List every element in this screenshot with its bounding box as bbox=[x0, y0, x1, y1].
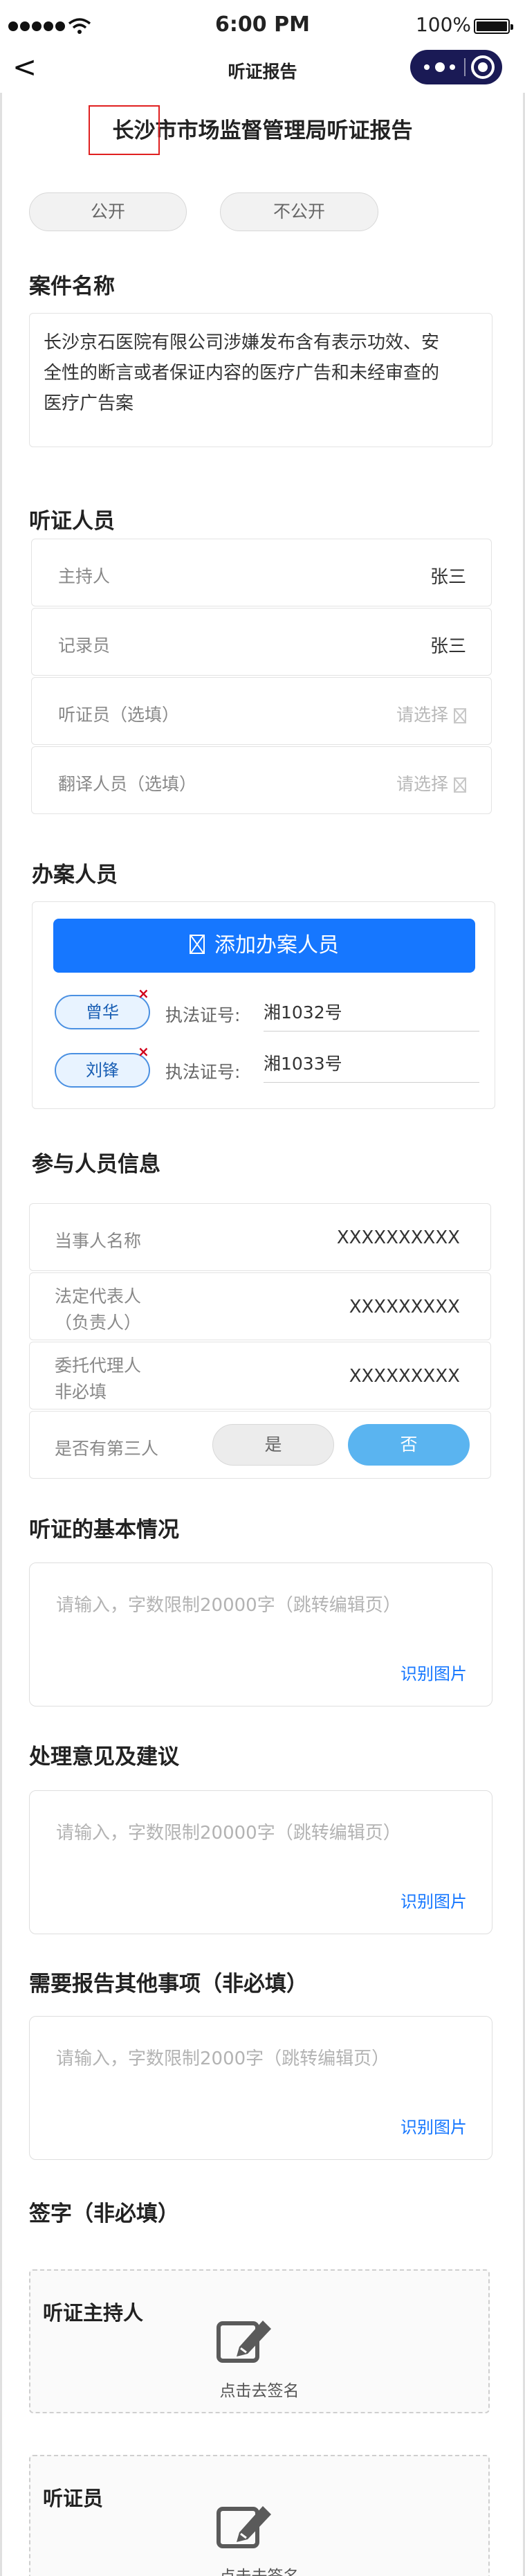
status-bar: 6:00 PM 100% bbox=[0, 0, 525, 50]
third-party-label: 是否有第三人 bbox=[55, 1439, 159, 1459]
nav-bar: < 听证报告 bbox=[0, 50, 525, 91]
add-handler-label: 添加办案人员 bbox=[214, 933, 339, 957]
case-name-line: 全性的断言或者保证内容的医疗广告和未经审查的 bbox=[44, 363, 440, 384]
battery-icon bbox=[474, 19, 513, 34]
basic-situation-title: 听证的基本情况 bbox=[29, 1517, 179, 1542]
close-miniapp-icon[interactable] bbox=[471, 55, 495, 79]
agent-row[interactable]: 委托代理人 非必填 XXXXXXXXX bbox=[29, 1342, 491, 1409]
participants-title: 参与人员信息 bbox=[32, 1152, 160, 1177]
case-name-line: 医疗广告案 bbox=[44, 393, 134, 414]
private-option[interactable]: 不公开 bbox=[220, 192, 378, 231]
handlers-box: 添加办案人员 曾华 × 执法证号: 湘1032号 刘锋 × 执法证号: 湘103… bbox=[32, 901, 495, 1109]
dropdown-icon bbox=[454, 777, 466, 793]
other-matters-input[interactable]: 请输入，字数限制2000字（跳转编辑页） 识别图片 bbox=[29, 2016, 492, 2160]
opinions-input[interactable]: 请输入，字数限制20000字（跳转编辑页） 识别图片 bbox=[29, 1790, 492, 1934]
agent-value: XXXXXXXXX bbox=[349, 1366, 460, 1387]
hearing-officer-row[interactable]: 听证员（选填） 请选择 bbox=[31, 677, 492, 745]
more-icon[interactable] bbox=[420, 57, 461, 77]
other-matters-placeholder: 请输入，字数限制2000字（跳转编辑页） bbox=[56, 2048, 390, 2069]
recorder-row[interactable]: 记录员 张三 bbox=[31, 608, 492, 676]
basic-situation-placeholder: 请输入，字数限制20000字（跳转编辑页） bbox=[56, 1595, 401, 1616]
edit-icon bbox=[217, 2321, 271, 2363]
hearing-officer-label: 听证员（选填） bbox=[58, 705, 180, 725]
cert-number-input[interactable]: 湘1032号 bbox=[264, 999, 479, 1032]
cert-label: 执法证号: bbox=[165, 1062, 241, 1082]
legal-rep-row[interactable]: 法定代表人 （负责人） XXXXXXXXX bbox=[29, 1272, 491, 1340]
officer-signature-role: 听证员 bbox=[43, 2487, 104, 2510]
host-value: 张三 bbox=[430, 567, 466, 588]
highlight-box bbox=[89, 105, 160, 155]
host-row[interactable]: 主持人 张三 bbox=[31, 539, 492, 606]
handler-name-tag[interactable]: 刘锋 bbox=[55, 1053, 150, 1088]
host-signature-role: 听证主持人 bbox=[43, 2301, 144, 2325]
opinions-title: 处理意见及建议 bbox=[29, 1745, 179, 1769]
other-matters-recognize-link[interactable]: 识别图片 bbox=[400, 2114, 467, 2138]
legal-rep-label-line2: （负责人） bbox=[55, 1313, 142, 1333]
third-party-row: 是否有第三人 是 否 bbox=[29, 1411, 491, 1479]
hearing-staff-title: 听证人员 bbox=[29, 509, 115, 534]
case-section-title: 案件名称 bbox=[29, 274, 115, 299]
case-name-line: 长沙京石医院有限公司涉嫌发布含有表示功效、安 bbox=[44, 332, 440, 353]
basic-situation-recognize-link[interactable]: 识别图片 bbox=[400, 1660, 467, 1684]
add-icon bbox=[190, 935, 205, 954]
mini-program-capsule bbox=[410, 50, 502, 84]
battery-percent: 100% bbox=[415, 13, 471, 36]
host-signature-box[interactable]: 听证主持人 点击去签名 bbox=[29, 2269, 490, 2413]
party-name-row[interactable]: 当事人名称 XXXXXXXXXX bbox=[29, 1203, 491, 1271]
host-label: 主持人 bbox=[58, 566, 111, 586]
translator-row[interactable]: 翻译人员（选填） 请选择 bbox=[31, 746, 492, 814]
third-party-no-option[interactable]: 否 bbox=[348, 1424, 470, 1466]
translator-select[interactable]: 请选择 bbox=[396, 771, 466, 795]
party-name-value: XXXXXXXXXX bbox=[336, 1227, 460, 1248]
document-title: 长沙市市场监督管理局听证报告 bbox=[112, 118, 413, 143]
case-name-box[interactable]: 长沙京石医院有限公司涉嫌发布含有表示功效、安 全性的断言或者保证内容的医疗广告和… bbox=[29, 313, 492, 447]
hearing-officer-select[interactable]: 请选择 bbox=[396, 701, 466, 726]
remove-handler-icon[interactable]: × bbox=[138, 1043, 149, 1060]
remove-handler-icon[interactable]: × bbox=[138, 985, 149, 1002]
opinions-recognize-link[interactable]: 识别图片 bbox=[400, 1888, 467, 1912]
handlers-title: 办案人员 bbox=[32, 863, 118, 888]
select-hint: 请选择 bbox=[396, 774, 448, 794]
officer-sign-action[interactable]: 点击去签名 bbox=[30, 2563, 488, 2576]
translator-label: 翻译人员（选填） bbox=[58, 774, 197, 794]
party-name-label: 当事人名称 bbox=[55, 1231, 142, 1251]
host-sign-action[interactable]: 点击去签名 bbox=[30, 2377, 488, 2401]
basic-situation-input[interactable]: 请输入，字数限制20000字（跳转编辑页） 识别图片 bbox=[29, 1562, 492, 1706]
agent-label-line2: 非必填 bbox=[55, 1382, 107, 1402]
legal-rep-value: XXXXXXXXX bbox=[349, 1297, 460, 1317]
handler-name-tag[interactable]: 曾华 bbox=[55, 995, 150, 1029]
public-option[interactable]: 公开 bbox=[29, 192, 187, 231]
third-party-yes-option[interactable]: 是 bbox=[212, 1424, 334, 1466]
signatures-title: 签字（非必填） bbox=[29, 2201, 179, 2226]
officer-signature-box[interactable]: 听证员 点击去签名 bbox=[29, 2455, 490, 2576]
opinions-placeholder: 请输入，字数限制20000字（跳转编辑页） bbox=[56, 1823, 401, 1844]
recorder-label: 记录员 bbox=[58, 636, 111, 656]
agent-label-line1: 委托代理人 bbox=[55, 1355, 142, 1376]
dropdown-icon bbox=[454, 708, 466, 723]
select-hint: 请选择 bbox=[396, 705, 448, 725]
other-matters-title: 需要报告其他事项（非必填） bbox=[29, 1972, 308, 1997]
recorder-value: 张三 bbox=[430, 636, 466, 657]
edit-icon bbox=[217, 2506, 271, 2548]
legal-rep-label-line1: 法定代表人 bbox=[55, 1286, 142, 1306]
cert-label: 执法证号: bbox=[165, 1005, 241, 1025]
cert-number-input[interactable]: 湘1033号 bbox=[264, 1050, 479, 1083]
add-handler-button[interactable]: 添加办案人员 bbox=[53, 919, 475, 973]
